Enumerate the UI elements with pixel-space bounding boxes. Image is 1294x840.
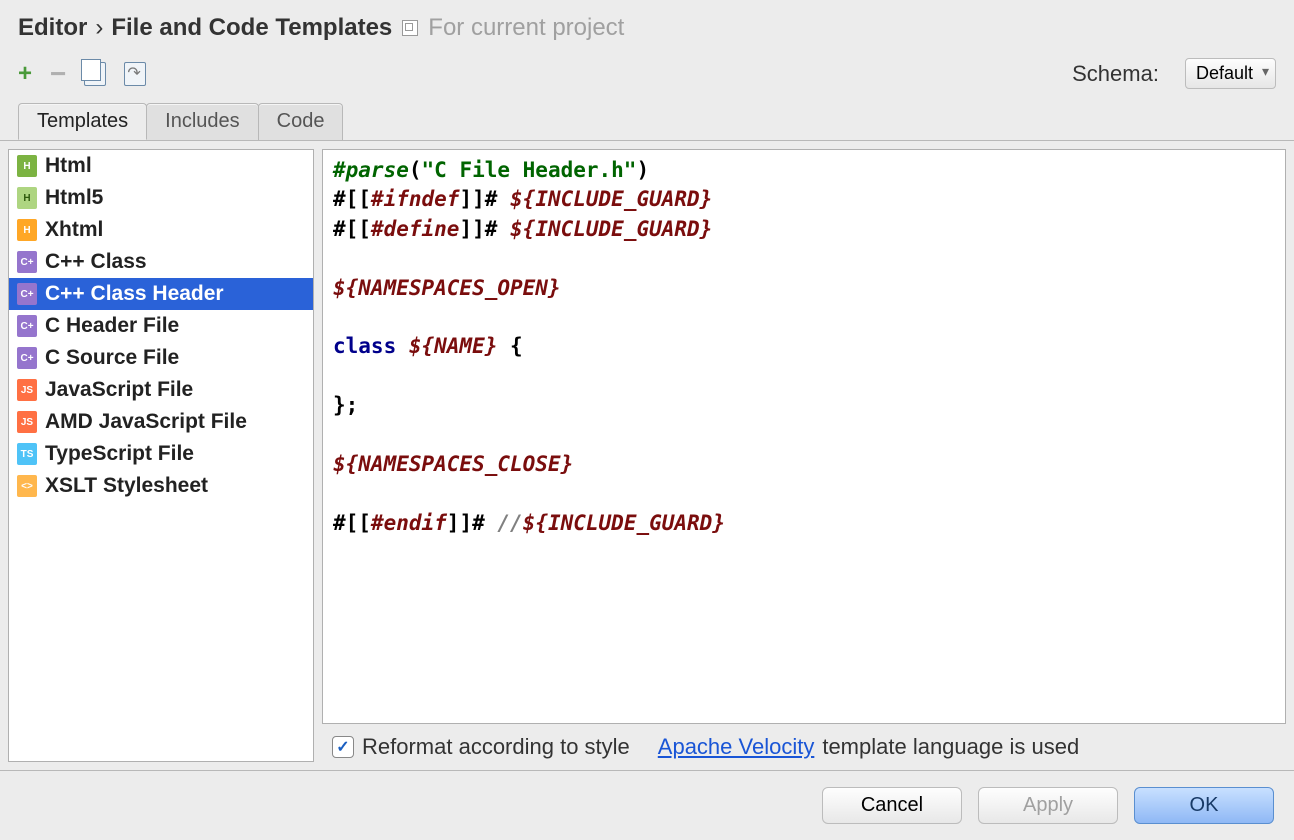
tab-templates[interactable]: Templates: [18, 103, 147, 140]
reformat-label: Reformat according to style: [362, 734, 630, 760]
apply-button: Apply: [978, 787, 1118, 824]
cpp-icon: C+: [17, 283, 37, 305]
dialog-header: Editor › File and Code Templates For cur…: [0, 0, 1294, 52]
editor-pane: #parse("C File Header.h") #[[#ifndef]]# …: [322, 149, 1286, 762]
breadcrumb-part-editor[interactable]: Editor: [18, 14, 87, 42]
project-scope-label: For current project: [428, 14, 624, 42]
schema-value: Default: [1196, 63, 1253, 83]
code-editor[interactable]: #parse("C File Header.h") #[[#ifndef]]# …: [322, 149, 1286, 724]
add-icon[interactable]: +: [18, 60, 32, 88]
list-item[interactable]: C+C++ Class: [9, 246, 313, 278]
js-icon: JS: [17, 379, 37, 401]
list-item[interactable]: HHtml: [9, 150, 313, 182]
list-item[interactable]: JSJavaScript File: [9, 374, 313, 406]
list-item[interactable]: <>XSLT Stylesheet: [9, 470, 313, 502]
velocity-suffix: template language is used: [822, 734, 1079, 760]
cpp-icon: C+: [17, 347, 37, 369]
xhtml-icon: H: [17, 219, 37, 241]
remove-icon: −: [50, 67, 66, 81]
velocity-link[interactable]: Apache Velocity: [658, 734, 815, 760]
html-icon: H: [17, 155, 37, 177]
list-item[interactable]: JSAMD JavaScript File: [9, 406, 313, 438]
cpp-icon: C+: [17, 251, 37, 273]
dialog-footer: Cancel Apply OK: [0, 771, 1294, 840]
project-scope-icon: [402, 20, 418, 36]
tab-code[interactable]: Code: [258, 103, 344, 140]
schema-dropdown[interactable]: Default: [1185, 58, 1276, 89]
export-icon[interactable]: [124, 62, 146, 86]
editor-options: ✓ Reformat according to style Apache Vel…: [322, 724, 1286, 762]
list-item[interactable]: HHtml5: [9, 182, 313, 214]
ts-icon: TS: [17, 443, 37, 465]
cpp-icon: C+: [17, 315, 37, 337]
tabs: Templates Includes Code: [0, 89, 1294, 140]
list-item[interactable]: C+C Source File: [9, 342, 313, 374]
schema-label: Schema:: [1072, 61, 1159, 87]
toolbar: + − Schema: Default: [0, 52, 1294, 89]
main-area: HHtml HHtml5 HXhtml C+C++ Class C+C++ Cl…: [0, 140, 1294, 771]
list-item[interactable]: C+C++ Class Header: [9, 278, 313, 310]
xslt-icon: <>: [17, 475, 37, 497]
reformat-checkbox[interactable]: ✓: [332, 736, 354, 758]
breadcrumb-separator: ›: [95, 14, 103, 42]
tab-includes[interactable]: Includes: [146, 103, 259, 140]
copy-icon[interactable]: [84, 62, 106, 86]
template-list[interactable]: HHtml HHtml5 HXhtml C+C++ Class C+C++ Cl…: [8, 149, 314, 762]
ok-button[interactable]: OK: [1134, 787, 1274, 824]
breadcrumb: Editor › File and Code Templates: [18, 14, 392, 42]
cancel-button[interactable]: Cancel: [822, 787, 962, 824]
js-icon: JS: [17, 411, 37, 433]
list-item[interactable]: TSTypeScript File: [9, 438, 313, 470]
breadcrumb-part-templates: File and Code Templates: [111, 14, 392, 42]
list-item[interactable]: HXhtml: [9, 214, 313, 246]
html5-icon: H: [17, 187, 37, 209]
list-item[interactable]: C+C Header File: [9, 310, 313, 342]
